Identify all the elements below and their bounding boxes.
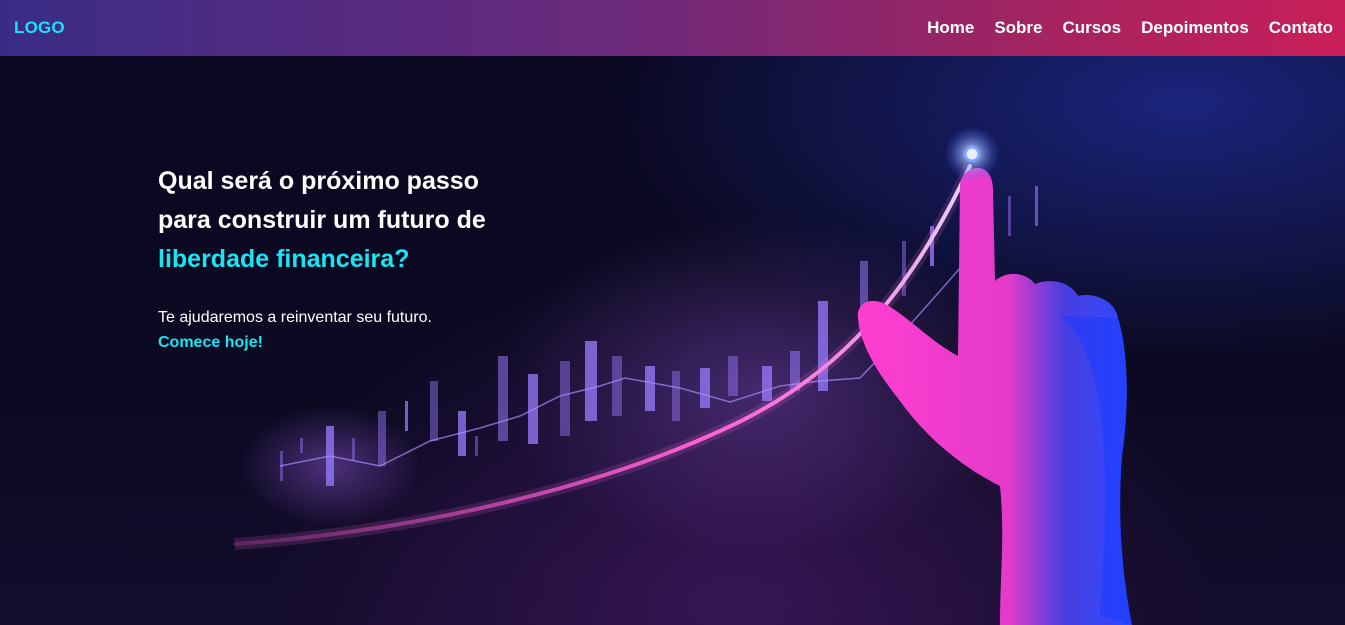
- hero-headline: Qual será o próximo passo para construir…: [158, 162, 578, 279]
- pointing-hand-illustration: [857, 168, 1132, 625]
- subtitle-text: Te ajudaremos a reinventar seu futuro.: [158, 309, 432, 326]
- hero-section: Qual será o próximo passo para construir…: [0, 56, 1345, 625]
- nav-home[interactable]: Home: [927, 18, 974, 38]
- hero-subtitle: Te ajudaremos a reinventar seu futuro. C…: [158, 305, 578, 355]
- headline-line-2: para construir um futuro de: [158, 206, 486, 234]
- headline-highlight: liberdade financeira?: [158, 245, 410, 273]
- logo[interactable]: LOGO: [14, 18, 65, 38]
- hero-text-block: Qual será o próximo passo para construir…: [158, 162, 578, 355]
- nav-sobre[interactable]: Sobre: [994, 18, 1042, 38]
- nav-cursos[interactable]: Cursos: [1063, 18, 1122, 38]
- cta-link[interactable]: Comece hoje!: [158, 330, 578, 355]
- fingertip-glow-dot: [963, 145, 981, 163]
- main-nav: Home Sobre Cursos Depoimentos Contato: [927, 18, 1333, 38]
- top-navbar: LOGO Home Sobre Cursos Depoimentos Conta…: [0, 0, 1345, 56]
- nav-depoimentos[interactable]: Depoimentos: [1141, 18, 1249, 38]
- nav-contato[interactable]: Contato: [1269, 18, 1333, 38]
- headline-line-1: Qual será o próximo passo: [158, 167, 479, 195]
